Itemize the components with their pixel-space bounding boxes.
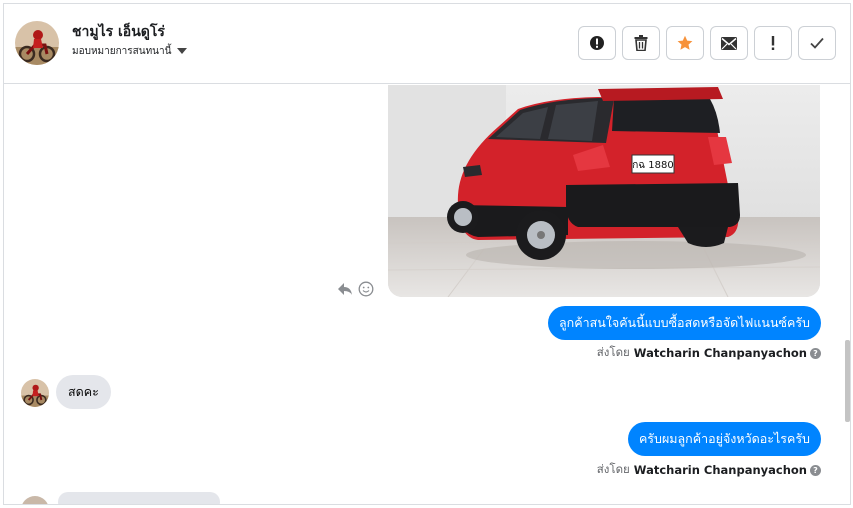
sent-by-line: ส่งโดย Watcharin Chanpanyachon ?: [597, 345, 821, 361]
emoji-react-icon[interactable]: [358, 281, 374, 301]
incoming-message-bubble[interactable]: สดคะ: [56, 375, 111, 409]
envelope-icon: [721, 36, 737, 50]
conversation-header: ชามูไร เอ็นดูโร่ มอบหมายการสนทนานี้: [4, 4, 850, 84]
delete-button[interactable]: [622, 26, 660, 60]
sender-name: Watcharin Chanpanyachon: [633, 463, 807, 477]
exclamation-icon: [771, 36, 775, 50]
star-icon: [677, 35, 693, 50]
follow-up-button[interactable]: [754, 26, 792, 60]
contact-avatar-small[interactable]: [21, 379, 49, 407]
checkmark-icon: [810, 37, 824, 49]
star-button[interactable]: [666, 26, 704, 60]
contact-avatar-small: [21, 496, 49, 504]
assign-conversation-dropdown[interactable]: มอบหมายการสนทนานี้: [72, 43, 188, 59]
contact-avatar[interactable]: [15, 21, 59, 65]
inbox-conversation-panel: ชามูไร เอ็นดูโร่ มอบหมายการสนทนานี้ กฉ 1…: [3, 3, 851, 505]
sender-name: Watcharin Chanpanyachon: [633, 346, 807, 360]
contact-name: ชามูไร เอ็นดูโร่: [72, 24, 165, 40]
car-photo-attachment[interactable]: กฉ 1880: [388, 85, 820, 297]
sent-by-label: ส่งโดย: [596, 345, 630, 359]
scrollbar-thumb[interactable]: [845, 340, 850, 422]
sent-by-label: ส่งโดย: [596, 462, 630, 476]
conversation-toolbar: [578, 26, 836, 60]
help-icon[interactable]: ?: [810, 464, 821, 476]
sent-by-line: ส่งโดย Watcharin Chanpanyachon ?: [597, 462, 821, 478]
mark-unread-button[interactable]: [710, 26, 748, 60]
help-icon[interactable]: ?: [810, 347, 821, 359]
license-plate-text: กฉ 1880: [632, 160, 674, 171]
mark-done-button[interactable]: [798, 26, 836, 60]
caret-down-icon: [177, 48, 188, 54]
assign-conversation-label: มอบหมายการสนทนานี้: [72, 45, 172, 57]
outgoing-message-bubble[interactable]: ครับผมลูกค้าอยู่จังหวัดอะไรครับ: [627, 422, 821, 456]
mark-spam-button[interactable]: [578, 26, 616, 60]
message-thread[interactable]: กฉ 1880 ลูกค้าสนใจคันนี้แบบซื้อสดหรือจัด…: [4, 85, 850, 504]
alert-circle-icon: [590, 36, 604, 50]
thread-scrollbar[interactable]: [844, 85, 850, 504]
reply-icon[interactable]: [337, 281, 353, 300]
incoming-message-bubble: [58, 492, 220, 504]
outgoing-message-bubble[interactable]: ลูกค้าสนใจคันนี้แบบซื้อสดหรือจัดไฟแนนซ์ค…: [547, 306, 821, 340]
trash-icon: [634, 35, 648, 51]
